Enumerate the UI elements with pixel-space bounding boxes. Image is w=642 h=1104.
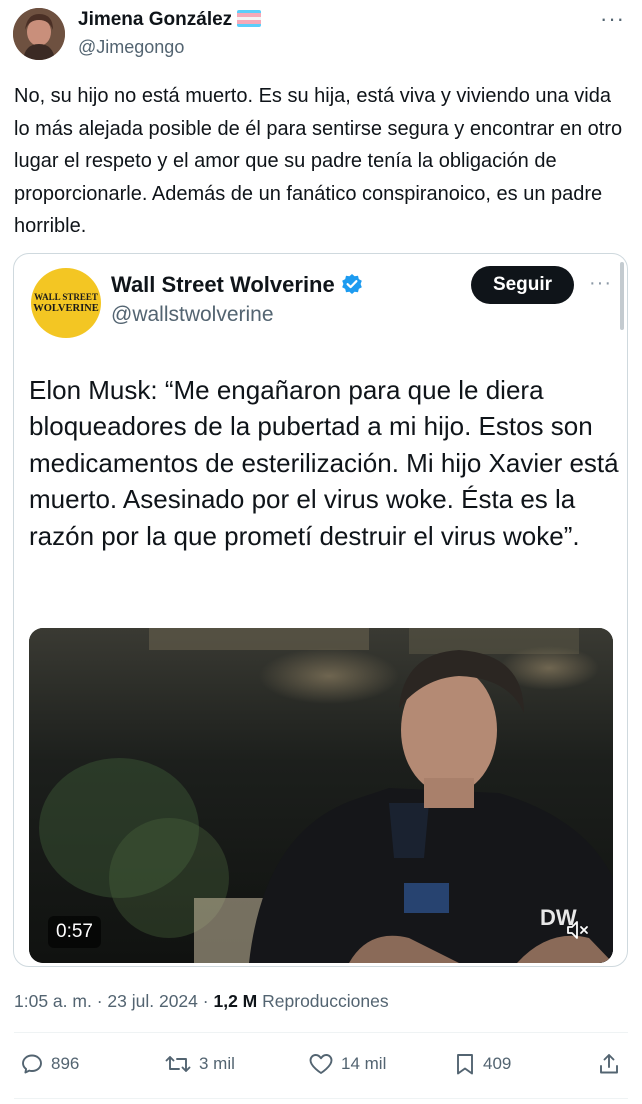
quote-name-row[interactable]: Wall Street Wolverine [111,270,363,303]
video-duration: 0:57 [48,916,101,948]
meta-separator: · [202,991,209,1011]
video-frame-illustration [29,628,613,963]
reply-button[interactable]: 896 [20,1052,79,1076]
like-count: 14 mil [341,1054,387,1073]
scrollbar-thumb[interactable] [620,262,624,330]
more-options-icon[interactable]: ··· [600,6,625,32]
tweet-date[interactable]: 23 jul. 2024 [107,991,198,1011]
view-count: 1,2 M [213,991,258,1011]
follow-button[interactable]: Seguir [471,266,574,304]
like-button[interactable]: 14 mil [308,1052,386,1076]
reply-icon [22,1054,42,1074]
repost-button[interactable]: 3 mil [164,1052,235,1076]
divider [14,1098,628,1099]
trans-flag-icon [237,10,262,27]
meta-separator: · [96,991,103,1011]
quote-author-name[interactable]: Wall Street Wolverine [111,272,335,297]
quote-text: Elon Musk: “Me engañaron para que le die… [29,375,619,551]
tweet-meta: 1:05 a. m. · 23 jul. 2024 · 1,2 M Reprod… [14,990,389,1012]
reply-count: 896 [51,1054,80,1073]
heart-icon [309,1054,333,1074]
verified-badge-icon [341,273,363,303]
bookmark-count: 409 [483,1054,512,1073]
bookmark-icon [457,1054,473,1075]
tweet-text: No, su hijo no está muerto. Es su hija, … [14,85,623,237]
tweet-time[interactable]: 1:05 a. m. [14,991,92,1011]
author-avatar[interactable] [13,8,65,60]
quote-avatar-line1: WALL STREET [34,292,98,302]
author-name[interactable]: Jimena González [78,9,232,30]
view-label: Reproducciones [262,991,389,1011]
author-name-row[interactable]: Jimena González [78,8,262,32]
mute-icon[interactable] [565,918,591,947]
quote-avatar-line2: WOLVERINE [33,303,99,314]
repost-count: 3 mil [199,1054,235,1073]
quote-author-handle[interactable]: @wallstwolverine [111,301,274,329]
quote-more-icon[interactable]: ··· [589,272,612,295]
repost-icon [165,1056,191,1072]
quote-avatar[interactable]: WALL STREET WOLVERINE [31,268,101,338]
author-handle[interactable]: @Jimegongo [78,36,184,58]
divider [14,1032,628,1033]
bookmark-button[interactable]: 409 [454,1052,511,1076]
share-icon [600,1054,618,1074]
quoted-tweet-card[interactable]: WALL STREET WOLVERINE Wall Street Wolver… [13,253,628,967]
video-player[interactable]: 0:57 DW [29,628,613,963]
share-button[interactable] [597,1052,621,1076]
